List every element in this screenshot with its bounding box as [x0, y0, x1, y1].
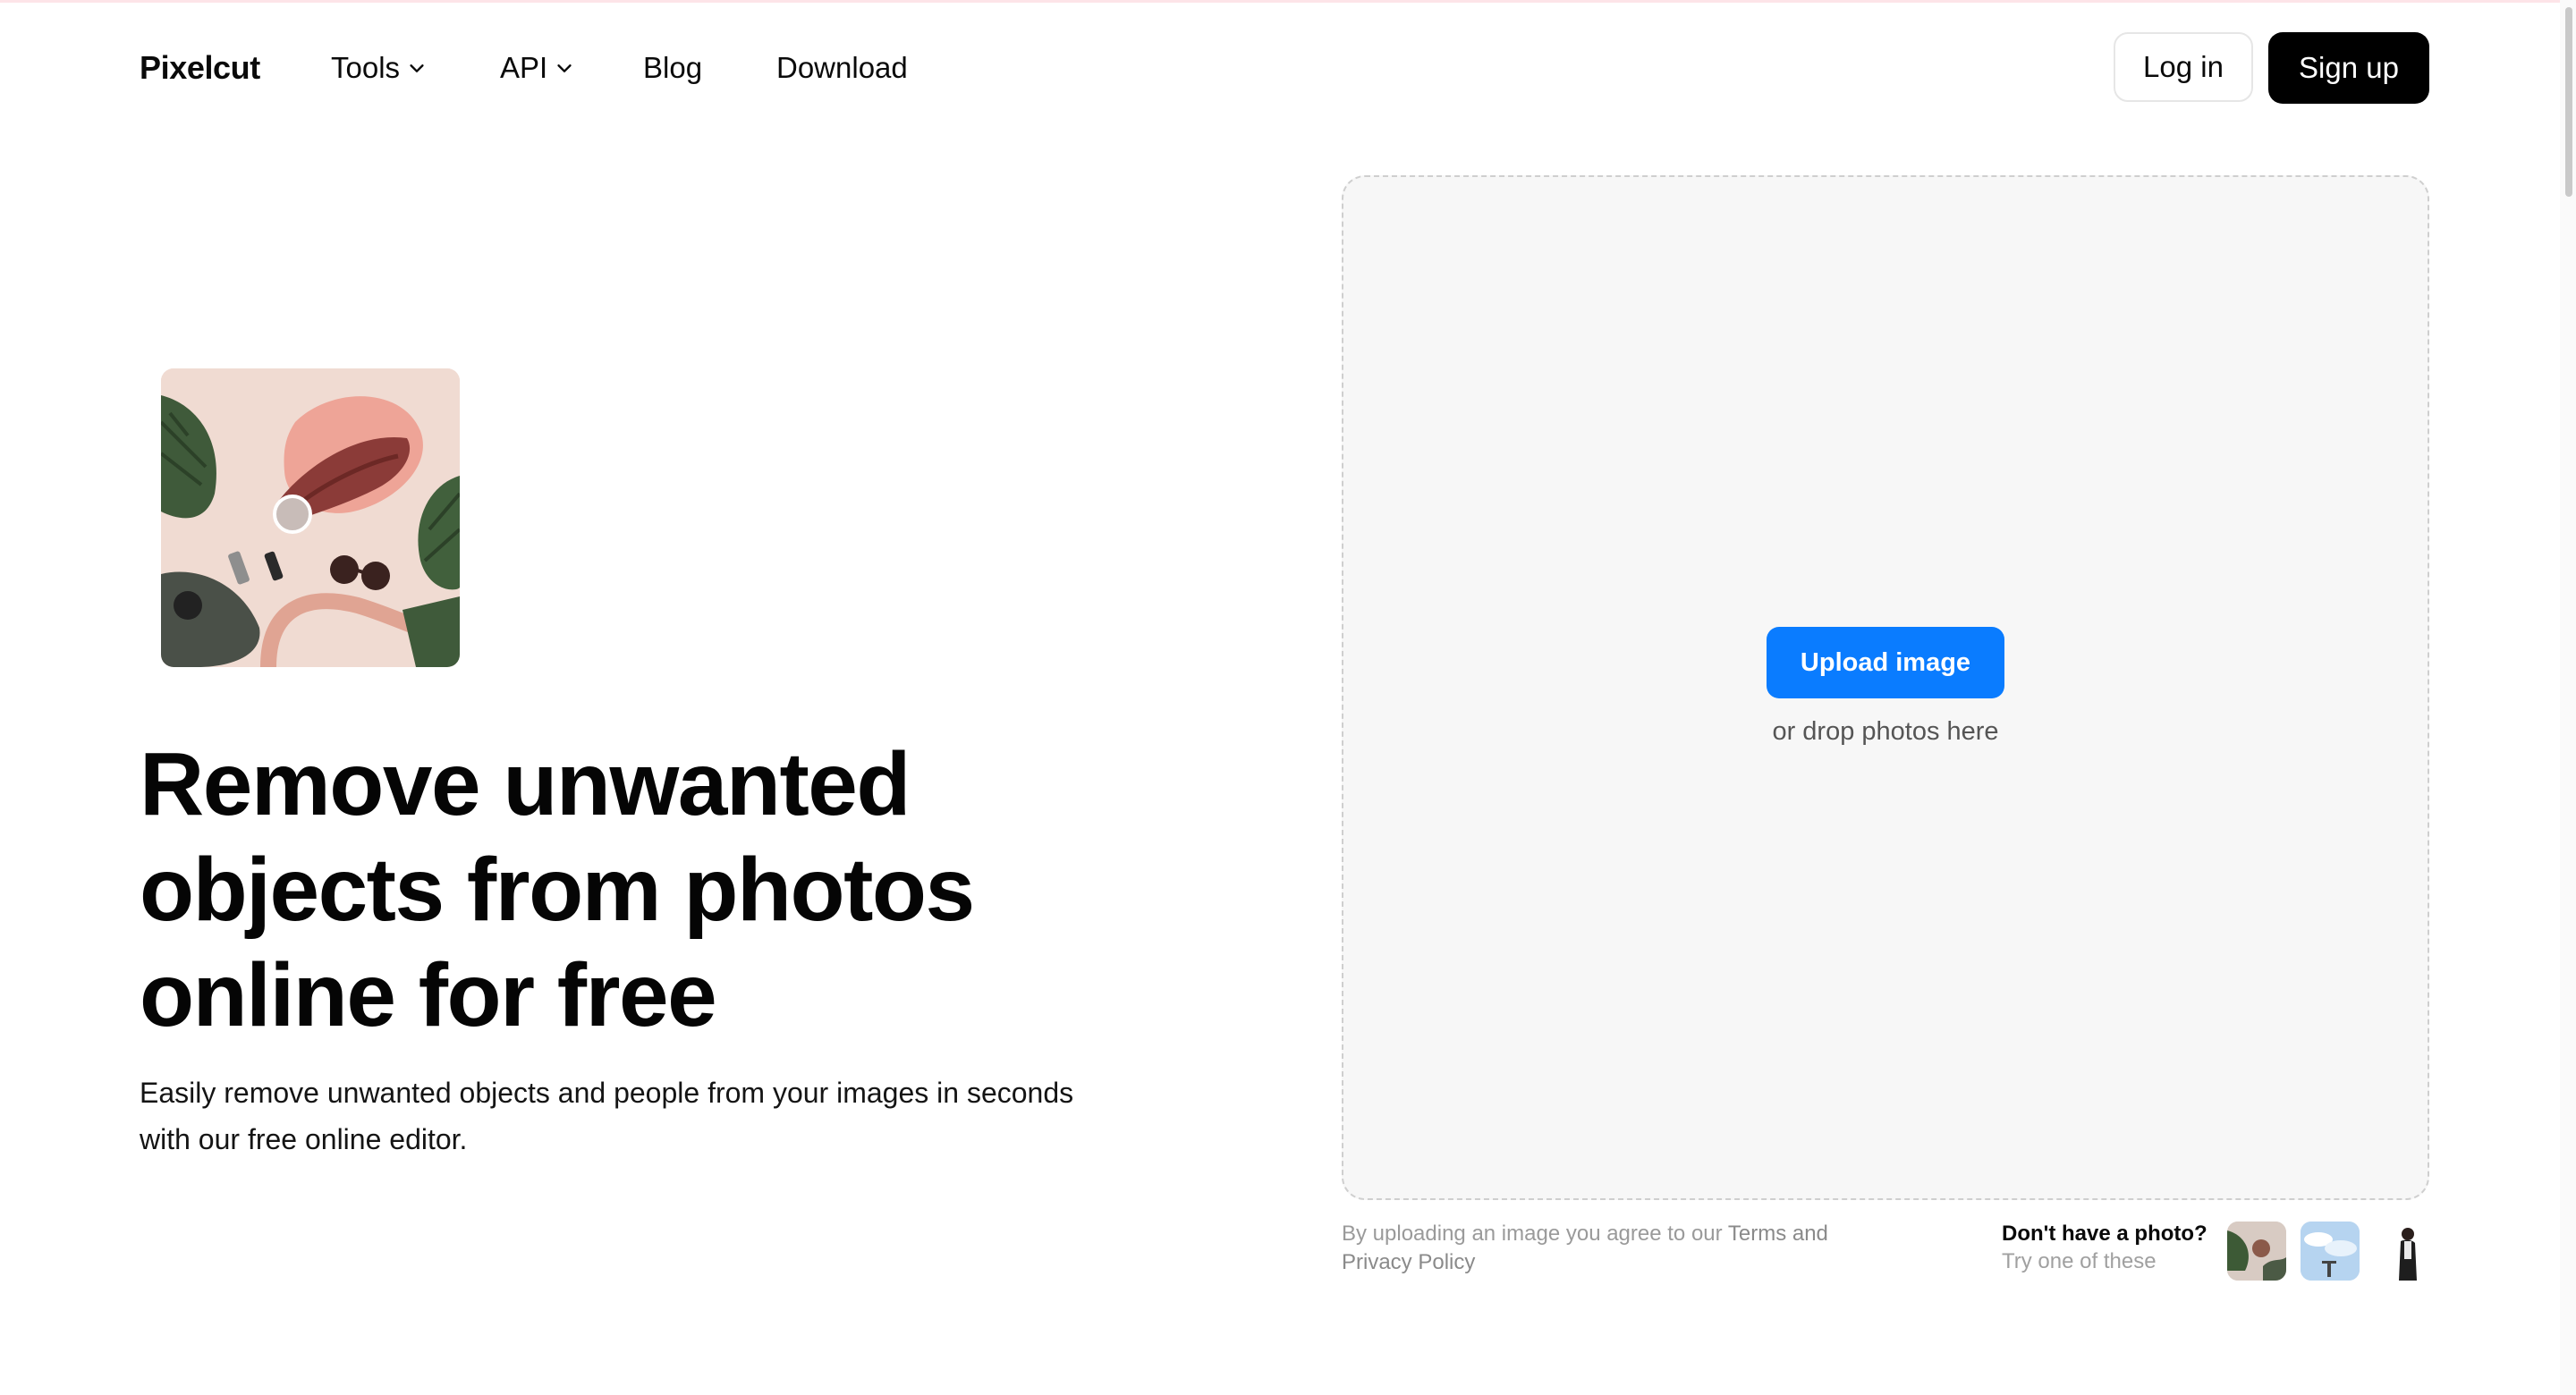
nav-download-label: Download — [776, 51, 908, 84]
nav-api-label: API — [500, 51, 548, 84]
logo[interactable]: Pixelcut — [140, 46, 260, 89]
drop-hint-text: or drop photos here — [1772, 717, 1999, 746]
scrollbar-thumb[interactable] — [2565, 7, 2572, 197]
sample-flatlay-thumbnail — [2227, 1222, 2286, 1281]
upload-image-button[interactable]: Upload image — [1767, 627, 2004, 698]
sample-photo-3[interactable] — [2374, 1222, 2433, 1281]
chevron-down-icon — [557, 64, 572, 72]
product-flatlay-illustration — [161, 368, 460, 667]
chevron-down-icon — [410, 64, 424, 72]
nav-api-dropdown[interactable]: API — [500, 46, 574, 89]
sample-sky-thumbnail — [2301, 1222, 2360, 1281]
hero-description: Easily remove unwanted objects and peopl… — [140, 1077, 1074, 1155]
page-title: Remove unwanted objects from photos onli… — [140, 734, 975, 1045]
page-scrollbar[interactable] — [2560, 0, 2576, 1395]
signup-button[interactable]: Sign up — [2268, 32, 2429, 104]
sample-person-thumbnail — [2374, 1222, 2433, 1281]
top-navigation: Pixelcut Tools API Blog Download Log in … — [0, 0, 2576, 136]
login-button[interactable]: Log in — [2114, 32, 2253, 102]
nav-tools-label: Tools — [331, 51, 401, 84]
nav-tools-dropdown[interactable]: Tools — [331, 46, 427, 89]
nav-download-link[interactable]: Download — [776, 46, 908, 89]
nav-blog-link[interactable]: Blog — [643, 46, 702, 89]
sample-photos-prompt: Try one of these — [2002, 1249, 2157, 1273]
legal-text: By uploading an image you agree to our — [1342, 1222, 1728, 1246]
sample-photo-1[interactable] — [2227, 1222, 2286, 1281]
sample-photo-2[interactable] — [2301, 1222, 2360, 1281]
hero-example-image — [161, 368, 460, 667]
upload-legal-notice: By uploading an image you agree to our T… — [1342, 1220, 1843, 1277]
nav-blog-label: Blog — [643, 51, 703, 84]
sample-photos-heading: Don't have a photo? — [2002, 1222, 2207, 1246]
